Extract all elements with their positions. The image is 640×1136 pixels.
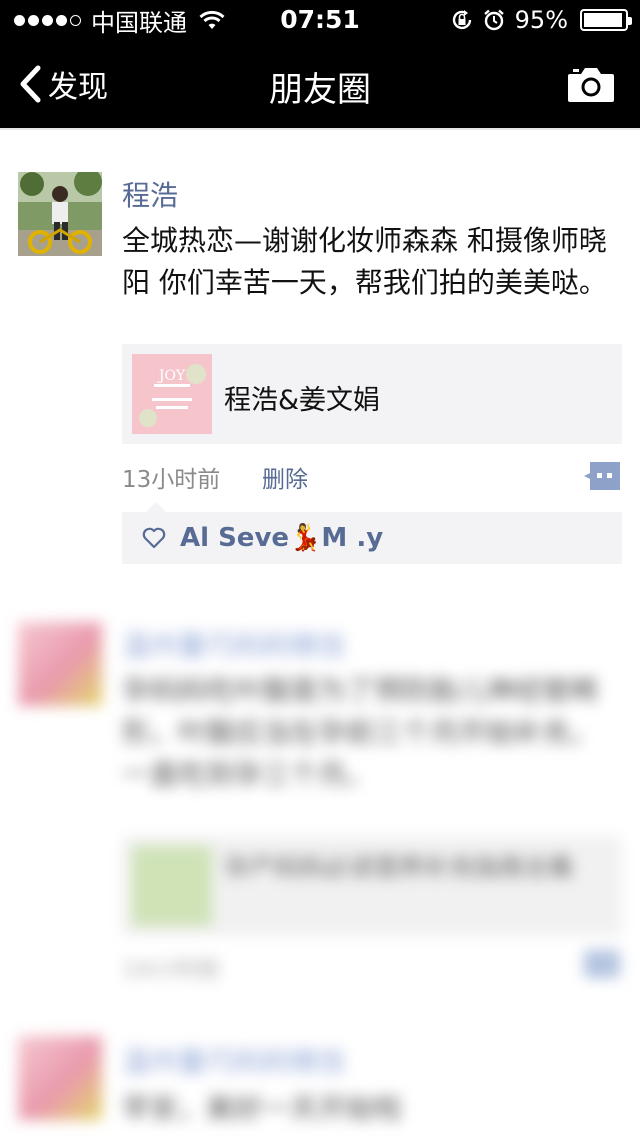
- moment-post: 程浩 全城热恋—谢谢化妆师森森 和摄像师晓阳 你们幸苦一天，帮我们拍的美美哒。 …: [0, 128, 640, 568]
- battery-fill: [584, 13, 622, 27]
- alarm-icon: [483, 9, 504, 31]
- avatar[interactable]: [18, 622, 102, 706]
- post-text: 早安，美好一天开始啦: [122, 1092, 403, 1125]
- avatar-image: [18, 172, 102, 256]
- post-author[interactable]: 温州量巧妈妈微信: [122, 1040, 346, 1080]
- shared-link-title: 程浩&姜文娟: [224, 385, 381, 416]
- shared-link-image: JOY: [132, 354, 212, 434]
- shared-link-card[interactable]: 孕产妈妈必读营养补充指南合集: [122, 836, 622, 936]
- page-title: 朋友圈: [269, 70, 371, 110]
- like-names[interactable]: Al Seve💃M .y: [180, 523, 383, 553]
- battery-percentage: 95%: [514, 6, 568, 34]
- shared-link-thumbnail: JOY: [132, 354, 212, 434]
- camera-icon[interactable]: [566, 64, 616, 104]
- battery-icon: [580, 9, 632, 31]
- shared-link-card[interactable]: JOY 程浩&姜文娟: [122, 344, 622, 444]
- likes-bar: Al Seve💃M .y: [122, 502, 622, 564]
- heart-icon: [142, 527, 166, 549]
- status-bar: 中国联通 07:51 95%: [0, 0, 640, 40]
- status-right: 95%: [451, 6, 632, 34]
- post-timestamp: 14小时前: [122, 957, 221, 983]
- avatar[interactable]: [18, 1036, 102, 1120]
- shared-link-title: 孕产妈妈必读营养补充指南合集: [224, 853, 575, 882]
- blurred-feed: 温州量巧妈妈微信 孕妈妈吃叶酸是为了预防胎儿神经管畸形，叶酸应当在孕前三个月开始…: [0, 570, 640, 1136]
- shared-link-logo-text: JOY: [157, 368, 186, 384]
- post-author[interactable]: 程浩: [122, 174, 178, 214]
- shared-link-thumbnail: [132, 846, 212, 926]
- post-text: 全城热恋—谢谢化妆师森森 和摄像师晓阳 你们幸苦一天，帮我们拍的美美哒。: [122, 224, 607, 299]
- rotation-lock-icon: [452, 10, 471, 30]
- delete-button[interactable]: 删除: [262, 460, 308, 494]
- post-text: 孕妈妈吃叶酸是为了预防胎儿神经管畸形，叶酸应当在孕前三个月开始补充，一直吃到孕三…: [122, 674, 599, 791]
- comment-icon[interactable]: [584, 462, 620, 490]
- avatar[interactable]: [18, 172, 102, 256]
- post-timestamp: 13小时前: [122, 467, 221, 493]
- comment-icon[interactable]: [584, 950, 620, 978]
- navigation-bar: 发现 朋友圈: [0, 40, 640, 128]
- post-author[interactable]: 温州量巧妈妈微信: [122, 624, 346, 664]
